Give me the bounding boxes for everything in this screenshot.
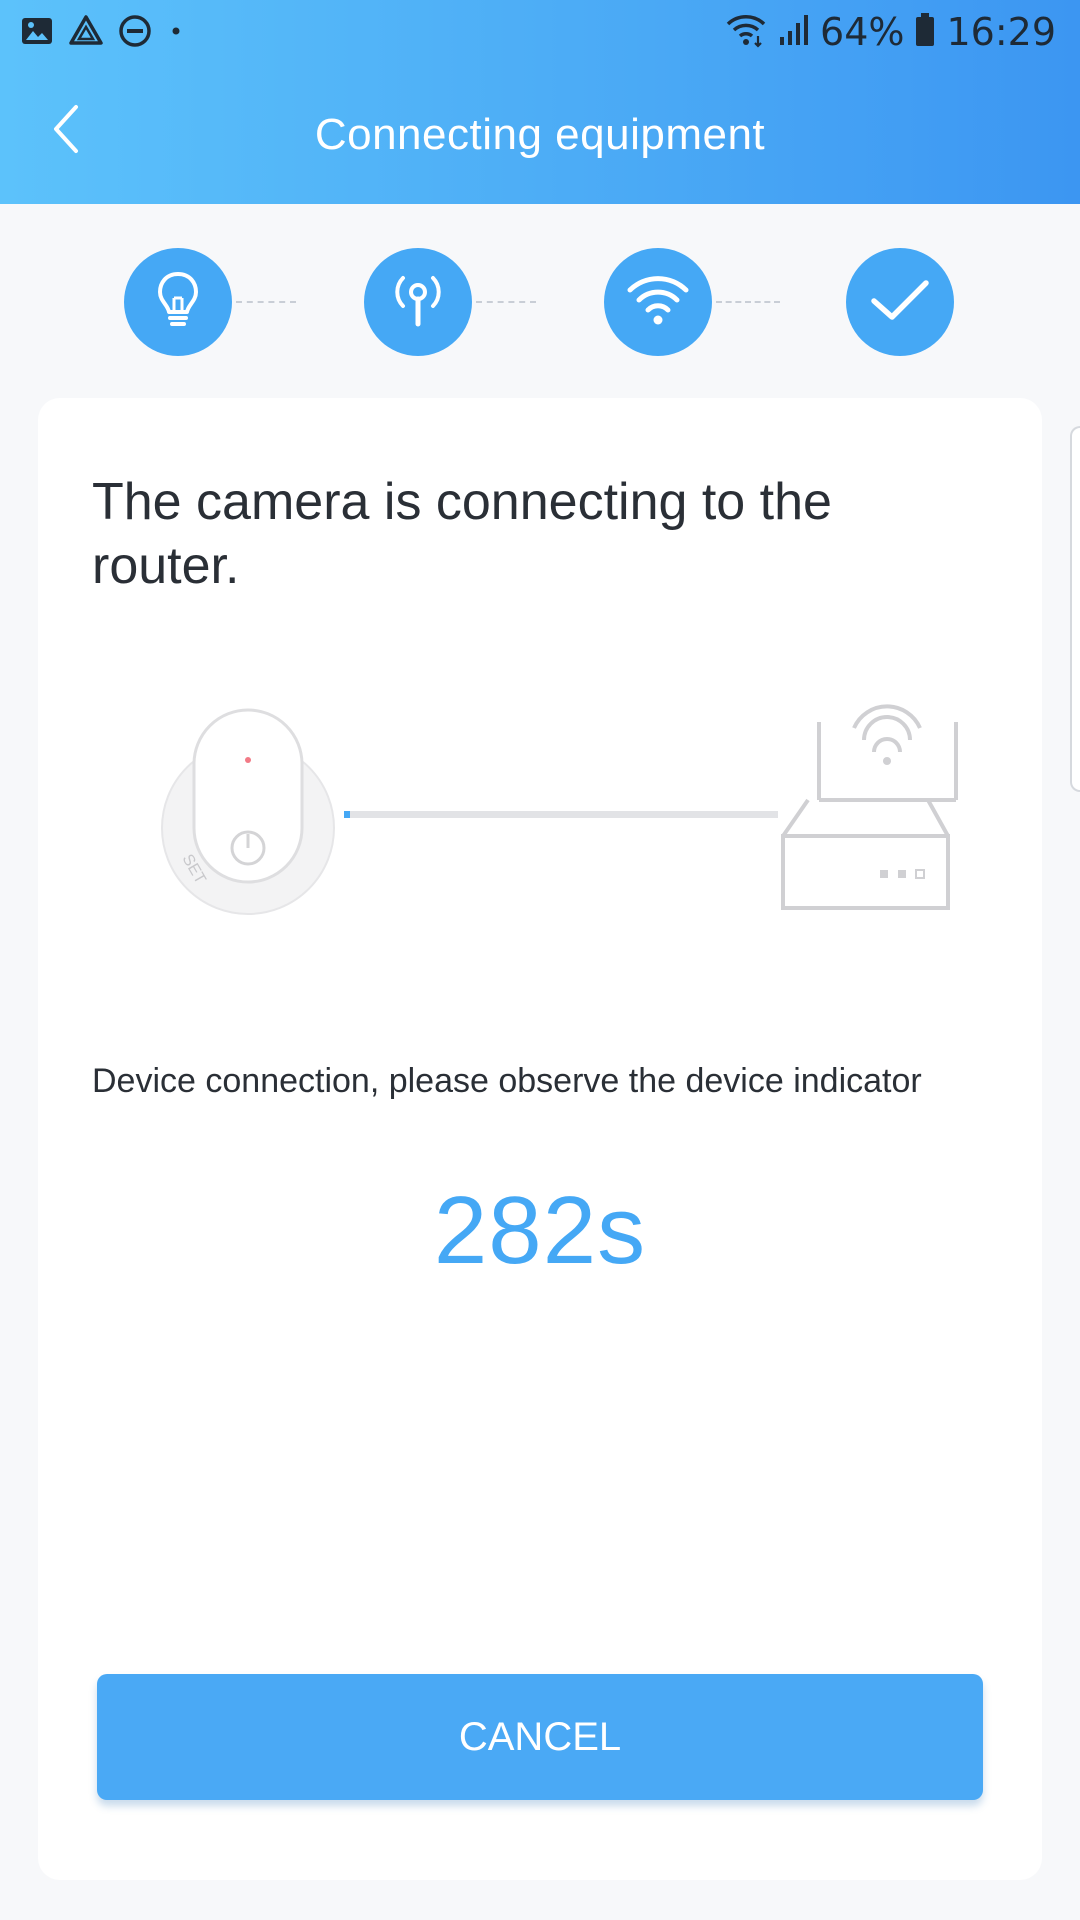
step-antenna — [364, 248, 472, 356]
back-button[interactable] — [36, 96, 96, 166]
chevron-left-icon — [48, 101, 84, 162]
countdown-timer: 282s — [433, 1177, 647, 1284]
connection-illustration: SET — [108, 698, 988, 938]
antenna-icon — [385, 268, 451, 337]
clock: 16:29 — [946, 10, 1056, 54]
dot-icon — [166, 14, 186, 53]
signal-icon — [778, 13, 810, 52]
step-connector — [236, 301, 296, 303]
cancel-button[interactable]: CANCEL — [97, 1674, 983, 1800]
do-not-disturb-icon — [118, 14, 152, 53]
battery-percent: 64% — [820, 10, 905, 54]
battery-icon — [914, 12, 936, 53]
router-icon — [781, 704, 958, 910]
card-heading: The camera is connecting to the router. — [92, 473, 832, 595]
step-complete — [846, 248, 954, 356]
app-bar: Connecting equipment — [0, 66, 1080, 204]
camera-illustration: SET — [161, 704, 958, 915]
wifi-icon — [625, 272, 691, 333]
gallery-icon — [20, 14, 54, 53]
wifi-icon — [724, 12, 768, 53]
status-bar: 64% 16:29 — [0, 0, 1080, 66]
bulb-icon — [148, 268, 208, 337]
connection-card: The camera is connecting to the router. … — [38, 398, 1042, 1880]
step-wifi — [604, 248, 712, 356]
step-bulb — [124, 248, 232, 356]
step-indicator — [124, 248, 956, 356]
app-header: 64% 16:29 Connecting equipment — [0, 0, 1080, 204]
progress-fill — [344, 811, 350, 818]
drive-icon — [68, 14, 104, 53]
check-icon — [868, 275, 932, 330]
progress-track — [344, 811, 778, 818]
instruction-text: Device connection, please observe the de… — [92, 1062, 922, 1100]
step-connector — [476, 301, 536, 303]
step-connector — [716, 301, 780, 303]
edge-panel-handle[interactable] — [1070, 426, 1080, 792]
page-title: Connecting equipment — [314, 110, 766, 159]
